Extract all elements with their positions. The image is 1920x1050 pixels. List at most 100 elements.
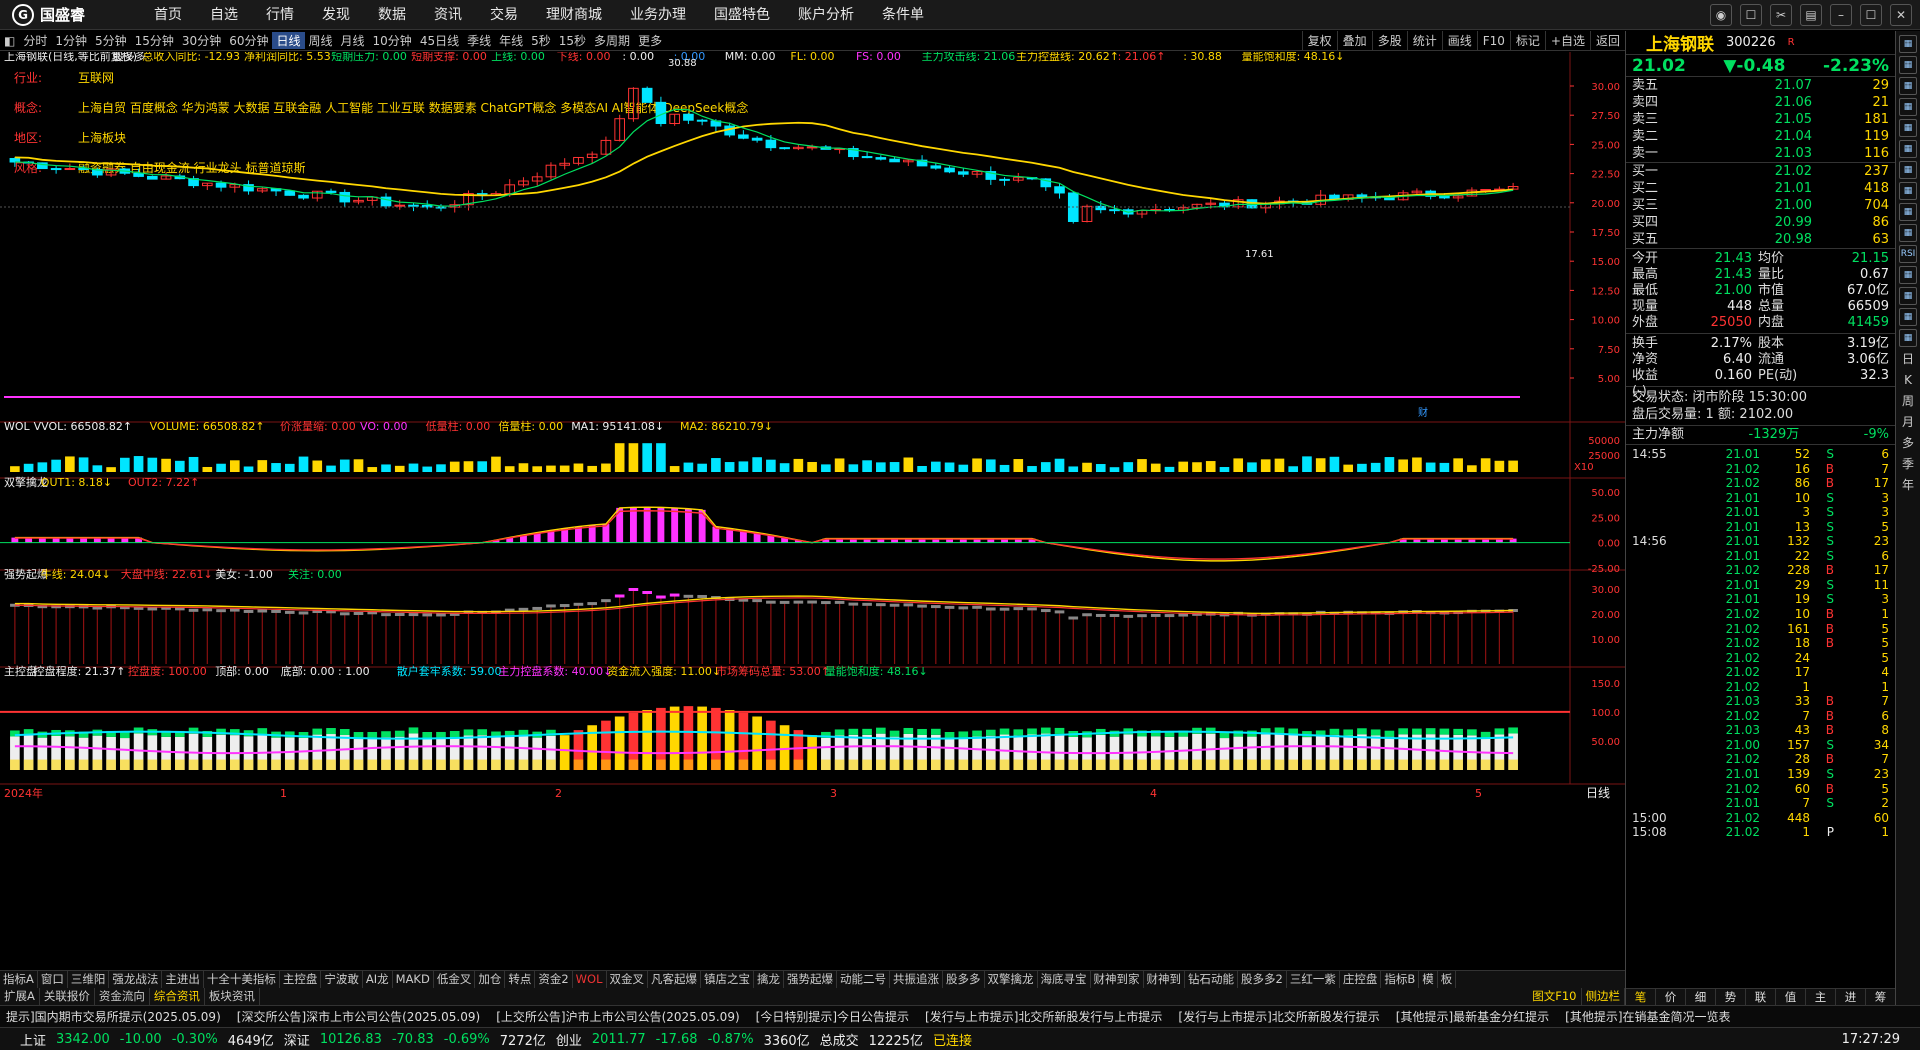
period-0[interactable]: 分时 [19, 32, 51, 49]
period-16[interactable]: 更多 [634, 32, 666, 49]
news-item-3[interactable]: [今日特别提示]今日公告提示 [750, 1006, 919, 1027]
sidebar-tool-icon[interactable]: ▦ [1899, 182, 1917, 200]
menu-item-2[interactable]: 行情 [252, 0, 308, 30]
indicator-tab-28[interactable]: 股多多2 [1238, 971, 1287, 988]
close-icon[interactable]: ✕ [1890, 4, 1912, 26]
quote-tab-7[interactable]: 进 [1836, 989, 1866, 1005]
indicator-tab-8[interactable]: AI龙 [363, 971, 393, 988]
indicator-tab-24[interactable]: 海底寻宝 [1038, 971, 1091, 988]
sidebar-tool-icon[interactable]: ▦ [1899, 161, 1917, 179]
news-item-2[interactable]: [上交所公告]沪市上市公司公告(2025.05.09) [490, 1006, 749, 1027]
indicator-tab-9[interactable]: MAKD [393, 971, 434, 988]
indicator-tab-14[interactable]: WOL [573, 971, 607, 988]
tool-8[interactable]: 返回 [1589, 31, 1625, 51]
period-10[interactable]: 45日线 [416, 32, 463, 49]
sidebar-period-4[interactable]: 多 [1902, 434, 1914, 452]
period-13[interactable]: 5秒 [527, 32, 555, 49]
tick-list[interactable]: 14:55 21.01 52 S 6 21.02 16 B 7 21.02 86 B 17 21.01 10… [1626, 445, 1895, 842]
tool-0[interactable]: 复权 [1301, 31, 1337, 51]
period-1[interactable]: 1分钟 [51, 32, 91, 49]
kline-chart[interactable]: 上海钢联(日线,等比前复权)股多多总收入同比: -12.93 净利润同比: 5.5… [0, 49, 1625, 970]
sidebar-period-2[interactable]: 周 [1902, 392, 1914, 410]
indicator-tab-13[interactable]: 资金2 [535, 971, 573, 988]
indicator-tab-32[interactable]: 模 [1419, 971, 1438, 988]
period-6[interactable]: 日线 [272, 32, 305, 49]
indicator-tab-25[interactable]: 财神到家 [1091, 971, 1144, 988]
sidebar-tool-icon[interactable]: ▦ [1899, 224, 1917, 242]
indicator-tab-10[interactable]: 低金叉 [434, 971, 476, 988]
sidebar-period-1[interactable]: K [1904, 371, 1912, 389]
indicator-tab-4[interactable]: 主进出 [162, 971, 204, 988]
indicator-tab-3[interactable]: 强龙战法 [109, 971, 163, 988]
sidebar-tool-icon[interactable]: ▦ [1899, 287, 1917, 305]
menu-item-9[interactable]: 国盛特色 [700, 0, 784, 30]
menu-item-7[interactable]: 理财商城 [532, 0, 616, 30]
indicator-tab-22[interactable]: 股多多 [943, 971, 985, 988]
menu-item-1[interactable]: 自选 [196, 0, 252, 30]
indicator-tab-19[interactable]: 强势起爆 [784, 971, 837, 988]
sidebar-period-0[interactable]: 日 [1902, 350, 1914, 368]
indicator-tab-26[interactable]: 财神到 [1144, 971, 1185, 988]
sidebar-tool-icon[interactable]: ▦ [1899, 77, 1917, 95]
indicator-tab-27[interactable]: 钻石动能 [1185, 971, 1238, 988]
sidebar-tool-icon[interactable]: ▦ [1899, 308, 1917, 326]
sidebar-tool-icon[interactable]: ▦ [1899, 329, 1917, 347]
tool-3[interactable]: 统计 [1406, 31, 1442, 51]
sidebar-tool-icon[interactable]: ▦ [1899, 266, 1917, 284]
indicator-tab-1[interactable]: 窗口 [38, 971, 68, 988]
menu-item-3[interactable]: 发现 [308, 0, 364, 30]
sidebar-tool-icon[interactable]: ▦ [1899, 203, 1917, 221]
period-4[interactable]: 30分钟 [178, 32, 225, 49]
period-12[interactable]: 年线 [495, 32, 527, 49]
indicator-tab-17[interactable]: 镇店之宝 [701, 971, 754, 988]
side-tab-1[interactable]: 侧边栏 [1582, 988, 1625, 1005]
menu-item-0[interactable]: 首页 [140, 0, 196, 30]
news-item-0[interactable]: 提示]国内期市交易所提示(2025.05.09) [0, 1006, 231, 1027]
indicator-tab-7[interactable]: 宁波敢 [321, 971, 363, 988]
tool-2[interactable]: 多股 [1371, 31, 1407, 51]
period-15[interactable]: 多周期 [590, 32, 634, 49]
indicator-tab-5[interactable]: 十全十美指标 [204, 971, 280, 988]
indicator-tab-6[interactable]: 主控盘 [280, 971, 322, 988]
indicator-tab-0[interactable]: 指标A [0, 971, 38, 988]
menu-item-11[interactable]: 条件单 [868, 0, 938, 30]
tools-icon[interactable]: ✂ [1770, 4, 1792, 26]
menu-item-8[interactable]: 业务办理 [616, 0, 700, 30]
sidebar-tool-icon[interactable]: ▦ [1899, 119, 1917, 137]
sidebar-tool-icon[interactable]: ▦ [1899, 56, 1917, 74]
indicator-tab-31[interactable]: 指标B [1381, 971, 1420, 988]
tool-6[interactable]: 标记 [1509, 31, 1545, 51]
sidebar-tool-icon[interactable]: ▦ [1899, 35, 1917, 53]
quote-tab-5[interactable]: 值 [1776, 989, 1806, 1005]
minimize-icon[interactable]: – [1830, 4, 1852, 26]
skin-icon[interactable]: ▤ [1800, 4, 1822, 26]
indicator-tab-29[interactable]: 三红一紫 [1287, 971, 1340, 988]
phone-icon[interactable]: ☐ [1740, 4, 1762, 26]
period-2[interactable]: 5分钟 [91, 32, 131, 49]
indicator-tab-2[interactable]: 三维阳 [68, 971, 110, 988]
quote-tab-8[interactable]: 筹 [1866, 989, 1896, 1005]
message-icon[interactable]: ◉ [1710, 4, 1732, 26]
indicator-tab-30[interactable]: 庄控盘 [1340, 971, 1382, 988]
sidebar-period-3[interactable]: 月 [1902, 413, 1914, 431]
indicator-tab-23[interactable]: 双擎擒龙 [985, 971, 1038, 988]
news-item-4[interactable]: [发行与上市提示]北交所新股发行与上市提示 [919, 1006, 1172, 1027]
news-item-5[interactable]: [发行与上市提示]北交所新股发行提示 [1172, 1006, 1389, 1027]
indicator-tab-18[interactable]: 擒龙 [754, 971, 784, 988]
quote-tab-1[interactable]: 价 [1656, 989, 1686, 1005]
sub-tab-1[interactable]: 关联报价 [40, 988, 95, 1005]
sidebar-tool-icon[interactable]: ▦ [1899, 98, 1917, 116]
menu-item-5[interactable]: 资讯 [420, 0, 476, 30]
period-11[interactable]: 季线 [463, 32, 495, 49]
period-8[interactable]: 月线 [337, 32, 369, 49]
menu-item-10[interactable]: 账户分析 [784, 0, 868, 30]
sub-tab-3[interactable]: 综合资讯 [150, 988, 205, 1005]
rsi-icon[interactable]: RSI [1899, 245, 1917, 263]
quote-tab-6[interactable]: 主 [1806, 989, 1836, 1005]
news-item-6[interactable]: [其他提示]最新基金分红提示 [1390, 1006, 1559, 1027]
maximize-icon[interactable]: ☐ [1860, 4, 1882, 26]
indicator-tab-12[interactable]: 转点 [505, 971, 536, 988]
period-5[interactable]: 60分钟 [225, 32, 272, 49]
news-item-1[interactable]: [深交所公告]深市上市公司公告(2025.05.09) [231, 1006, 490, 1027]
sidebar-tool-icon[interactable]: ▦ [1899, 140, 1917, 158]
